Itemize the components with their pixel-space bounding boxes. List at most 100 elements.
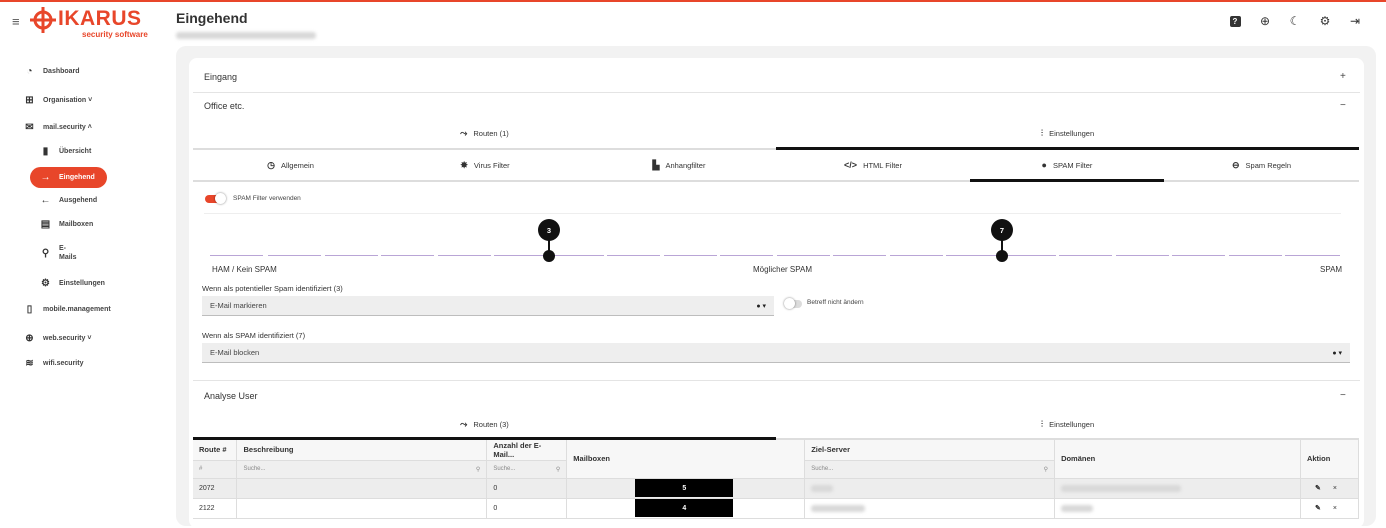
gear-icon: ⚙: [41, 278, 50, 289]
speedometer-icon: ◔: [26, 66, 33, 77]
beschreibung-cell: [236, 478, 488, 499]
search-icon: ⚲: [41, 247, 50, 259]
slider-segment: [551, 255, 604, 256]
col-header-domaenen[interactable]: Domänen: [1054, 440, 1301, 479]
tab-office-routen[interactable]: ⤳ Routen (1): [193, 121, 776, 145]
tab-underline-active: [970, 179, 1164, 182]
ziel-server-cell: [804, 478, 1056, 499]
edit-icon[interactable]: ✎: [1315, 505, 1321, 512]
slider-handle-spam-value: 7: [991, 219, 1013, 241]
sidebar-item-web-security[interactable]: ⊕ web.security ˅: [24, 333, 91, 344]
section-analyse-title[interactable]: Analyse User: [204, 391, 258, 401]
tab-office-einstellungen[interactable]: ⫶ Einstellungen: [776, 121, 1359, 145]
ikarus-logo-mark-icon: [30, 7, 56, 33]
filter-tabs-baseline: [193, 180, 1359, 182]
table-row[interactable]: 2122 0 4 ✎ ×: [193, 498, 1360, 519]
col-header-route[interactable]: Route #: [193, 440, 238, 461]
slider-handle-potential[interactable]: [543, 250, 555, 262]
tab-analyse-routen[interactable]: ⤳ Routen (3): [193, 412, 776, 436]
sidebar-item-dashboard[interactable]: ◔ Dashboard: [24, 66, 79, 77]
ziel-server-search[interactable]: Suche... ⚲: [804, 460, 1056, 479]
clock-icon: ◷: [267, 159, 275, 170]
sidebar-item-ausgehend[interactable]: ← Ausgehend: [40, 195, 98, 206]
sidebar-item-label: Eingehend: [59, 174, 95, 181]
anzahl-cell: 0: [486, 478, 568, 499]
sidebar-item-mailboxen[interactable]: ▤ Mailboxen: [40, 219, 93, 230]
search-icon: ⚲: [1043, 466, 1049, 473]
slider-segment: [1116, 255, 1169, 256]
section-analyse-toggle[interactable]: −: [1340, 390, 1346, 401]
anzahl-search[interactable]: Suche... ⚲: [486, 460, 568, 479]
gear-icon[interactable]: ⚙: [1316, 12, 1334, 30]
menu-icon[interactable]: ≡: [12, 14, 20, 29]
virus-icon: ✸: [460, 159, 468, 170]
sidebar-item-emails[interactable]: ⚲ E- Mails: [40, 244, 77, 262]
beschreibung-search[interactable]: Suche... ⚲: [236, 460, 488, 479]
col-header-beschreibung[interactable]: Beschreibung: [236, 440, 488, 461]
tab-anhangfilter[interactable]: ▙ Anhangfilter: [582, 153, 776, 177]
tab-html-filter[interactable]: </> HTML Filter: [776, 153, 970, 177]
sidebar-item-eingehend[interactable]: → Eingehend: [30, 167, 107, 188]
tab-virus-filter[interactable]: ✸ Virus Filter: [388, 153, 582, 177]
moon-icon[interactable]: ☾: [1286, 12, 1304, 30]
sidebar-item-label-line2: Mails: [59, 254, 77, 261]
scale-label-ham: HAM / Kein SPAM: [212, 265, 277, 274]
section-office-title[interactable]: Office etc.: [204, 101, 244, 111]
sidebar-item-mobile-management[interactable]: ▯ mobile.management: [24, 304, 111, 315]
sidebar-item-uebersicht[interactable]: ▮ Übersicht: [40, 146, 92, 157]
slider-segment: [1229, 255, 1282, 256]
tab-label: Virus Filter: [473, 160, 510, 170]
section-eingang-toggle[interactable]: +: [1340, 71, 1346, 82]
globe-icon: ⊕: [25, 333, 34, 344]
section-eingang-title[interactable]: Eingang: [204, 72, 237, 82]
phone-icon: ▯: [26, 304, 33, 315]
table-row[interactable]: 2072 0 5 ✎ ×: [193, 478, 1360, 499]
delete-icon[interactable]: ×: [1333, 505, 1337, 512]
slider-handle-spam[interactable]: [996, 250, 1008, 262]
potential-spam-label: Wenn als potentieller Spam identifiziert…: [202, 284, 343, 293]
spam-filter-label: SPAM Filter verwenden: [233, 195, 301, 202]
col-header-ziel-server[interactable]: Ziel-Server: [804, 440, 1056, 461]
routes-table: Route # Beschreibung Anzahl der E-Mail..…: [193, 440, 1360, 519]
tab-spam-filter[interactable]: ● SPAM Filter: [970, 153, 1164, 177]
sidebar-item-mail-security[interactable]: ✉ mail.security ˄: [24, 122, 92, 133]
subject-switch[interactable]: [784, 298, 802, 309]
delete-icon[interactable]: ×: [1333, 485, 1337, 492]
sidebar-item-organisation[interactable]: ⊞ Organisation ˅: [24, 95, 92, 106]
ziel-server-cell: [804, 498, 1056, 519]
globe-icon[interactable]: ⊕: [1256, 12, 1274, 30]
logout-icon[interactable]: ⇥: [1346, 12, 1364, 30]
top-accent-line: [0, 0, 1386, 2]
sliders-icon: ⫶: [1040, 127, 1044, 138]
mailboxen-cell: 4: [566, 498, 806, 519]
code-icon: </>: [844, 160, 858, 170]
switch-knob: [784, 298, 795, 309]
sidebar-item-label: Einstellungen: [59, 280, 105, 287]
potential-spam-select[interactable]: E-Mail markieren ● ▾: [202, 296, 774, 316]
spam-action-select[interactable]: E-Mail blocken ● ▾: [202, 343, 1350, 363]
help-icon[interactable]: ?: [1226, 12, 1244, 30]
tab-spam-regeln[interactable]: ⊖ Spam Regeln: [1164, 153, 1359, 177]
tab-allgemein[interactable]: ◷ Allgemein: [193, 153, 388, 177]
edit-icon[interactable]: ✎: [1315, 485, 1321, 492]
sidebar-item-label: E- Mails: [59, 244, 77, 262]
tab-label: Routen (3): [473, 419, 509, 429]
sliders-icon: ⫶: [1040, 418, 1044, 429]
page-title: Eingehend: [176, 10, 248, 26]
tab-label: Anhangfilter: [665, 160, 706, 170]
logo[interactable]: IKARUS security software: [30, 6, 148, 40]
redacted-domain: [1061, 484, 1182, 492]
col-header-anzahl[interactable]: Anzahl der E-Mail...: [486, 440, 568, 461]
tab-analyse-einstellungen[interactable]: ⫶ Einstellungen: [776, 412, 1359, 436]
sidebar-item-label: Übersicht: [59, 148, 92, 155]
wifi-icon: ≋: [25, 358, 34, 369]
sidebar-item-einstellungen[interactable]: ⚙ Einstellungen: [40, 278, 105, 289]
route-filter[interactable]: #: [193, 460, 238, 479]
col-header-mailboxen[interactable]: Mailboxen: [566, 440, 806, 479]
section-office-toggle[interactable]: −: [1340, 100, 1346, 111]
sidebar-item-wifi-security[interactable]: ≋ wifi.security: [24, 358, 83, 369]
slider-segment: [1285, 255, 1340, 256]
spam-filter-switch[interactable]: [205, 193, 226, 204]
divider: [193, 380, 1360, 381]
scale-label-spam: SPAM: [1320, 265, 1343, 274]
